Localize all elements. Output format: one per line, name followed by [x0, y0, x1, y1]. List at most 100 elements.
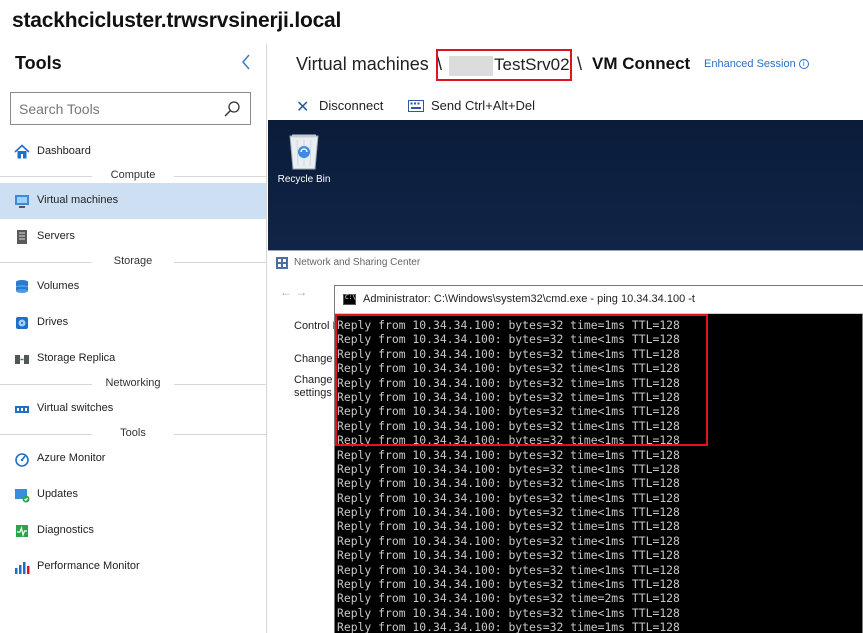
sidebar-item-label: Azure Monitor: [37, 452, 106, 464]
disconnect-label: Disconnect: [319, 98, 384, 113]
ping-reply-line: Reply from 10.34.34.100: bytes=32 time<1…: [337, 404, 680, 419]
updates-icon: [15, 489, 30, 503]
sidebar-item-label: Performance Monitor: [37, 560, 140, 572]
sidebar-item-label: Drives: [37, 316, 69, 328]
recycle-bin-icon: [289, 134, 319, 170]
sidebar-item-volumes[interactable]: Volumes: [0, 269, 266, 305]
ping-reply-line: Reply from 10.34.34.100: bytes=32 time<1…: [337, 548, 680, 563]
drive-icon: [16, 317, 28, 329]
enhanced-session-link[interactable]: Enhanced Session i: [704, 58, 809, 70]
send-ctrl-alt-del-button[interactable]: Send Ctrl+Alt+Del: [408, 95, 548, 117]
volume-icon: [16, 280, 28, 293]
vm-console-screen[interactable]: Recycle Bin Network and Sharing Center ←…: [268, 120, 863, 633]
section-label: Storage: [113, 255, 153, 267]
sidebar-item-storage-replica[interactable]: Storage Replica: [0, 341, 266, 377]
send-ctrl-alt-del-label: Send Ctrl+Alt+Del: [431, 98, 536, 113]
section-label: Tools: [120, 427, 146, 439]
sidebar-item-label: Dashboard: [37, 145, 91, 157]
virtual-machine-icon: [15, 195, 29, 208]
app-window: stackhcicluster.trwsrvsinerji.local Tool…: [0, 0, 863, 633]
ping-reply-line: Reply from 10.34.34.100: bytes=32 time<1…: [337, 562, 680, 577]
diagnostics-icon: [16, 525, 28, 538]
ping-reply-line: Reply from 10.34.34.100: bytes=32 time=1…: [337, 318, 680, 332]
vm-connect-toolbar: ✕ Disconnect Send Ctrl+Alt+Del: [268, 92, 863, 120]
ping-reply-line: Reply from 10.34.34.100: bytes=32 time=2…: [337, 591, 680, 606]
ping-reply-line: Reply from 10.34.34.100: bytes=32 time<1…: [337, 332, 680, 347]
search-box[interactable]: [10, 92, 251, 125]
breadcrumb-separator: \: [577, 54, 583, 74]
ping-reply-line: Reply from 10.34.34.100: bytes=32 time<1…: [337, 577, 680, 592]
sidebar-item-diagnostics[interactable]: Diagnostics: [0, 513, 266, 549]
nsc-link-change[interactable]: Change: [294, 353, 333, 365]
breadcrumb-host-highlight[interactable]: TestSrv02: [436, 49, 572, 81]
nsc-link-control-panel[interactable]: Control P: [294, 320, 340, 332]
ping-reply-line: Reply from 10.34.34.100: bytes=32 time<1…: [337, 433, 680, 448]
ping-reply-line: Reply from 10.34.34.100: bytes=32 time<1…: [337, 418, 680, 433]
ping-reply-line: Reply from 10.34.34.100: bytes=32 time<1…: [337, 461, 680, 476]
ping-reply-line: Reply from 10.34.34.100: bytes=32 time<1…: [337, 490, 680, 505]
info-icon: i: [798, 59, 809, 69]
cmd-title: Administrator: C:\Windows\system32\cmd.e…: [363, 293, 695, 305]
recycle-bin-desktop-icon[interactable]: Recycle Bin: [273, 130, 333, 192]
title-bar: stackhcicluster.trwsrvsinerji.local: [0, 0, 863, 44]
section-label: Compute: [110, 169, 156, 181]
ping-reply-line: Reply from 10.34.34.100: bytes=32 time<1…: [337, 505, 680, 520]
sidebar-item-label: Updates: [37, 488, 78, 500]
collapse-sidebar-button[interactable]: [238, 54, 254, 74]
cmd-icon: [343, 294, 356, 305]
network-sharing-center-window[interactable]: Network and Sharing Center ← → Control P…: [268, 250, 863, 633]
ping-reply-line: Reply from 10.34.34.100: bytes=32 time=1…: [337, 519, 680, 534]
section-label: Networking: [105, 377, 161, 389]
ping-reply-line: Reply from 10.34.34.100: bytes=32 time<1…: [337, 346, 680, 361]
ping-reply-line: Reply from 10.34.34.100: bytes=32 time=1…: [337, 620, 680, 633]
section-header-networking: Networking: [0, 377, 266, 391]
close-icon: ✕: [296, 99, 310, 116]
virtual-switch-icon: [15, 406, 29, 413]
search-icon[interactable]: [223, 100, 241, 118]
sidebar-item-label: Servers: [37, 230, 75, 242]
recycle-bin-label: Recycle Bin: [277, 174, 331, 185]
sidebar-item-performance-monitor[interactable]: Performance Monitor: [0, 549, 266, 585]
sidebar-item-virtual-switches[interactable]: Virtual switches: [0, 391, 266, 427]
ping-reply-line: Reply from 10.34.34.100: bytes=32 time<1…: [337, 605, 680, 620]
redacted-block: [449, 56, 493, 76]
sidebar-item-virtual-machines[interactable]: Virtual machines: [0, 183, 266, 219]
enhanced-session-label: Enhanced Session: [704, 58, 796, 70]
nsc-link-change-advanced[interactable]: Change: [294, 374, 333, 386]
section-header-compute: Compute: [0, 169, 266, 183]
tools-sidebar: Tools Dashboard Compute Virtual machines…: [0, 44, 267, 633]
sidebar-item-servers[interactable]: Servers: [0, 219, 266, 255]
sidebar-item-azure-monitor[interactable]: Azure Monitor: [0, 441, 266, 477]
ping-reply-line: Reply from 10.34.34.100: bytes=32 time<1…: [337, 476, 680, 491]
server-icon: [17, 230, 27, 244]
section-header-tools: Tools: [0, 427, 266, 441]
nsc-link-settings[interactable]: settings: [294, 387, 332, 399]
breadcrumb-host: TestSrv02: [494, 55, 570, 74]
performance-monitor-icon: [15, 562, 30, 574]
breadcrumb-virtual-machines[interactable]: Virtual machines: [296, 54, 429, 75]
sidebar-item-label: Volumes: [37, 280, 80, 292]
disconnect-button[interactable]: ✕ Disconnect: [296, 95, 391, 117]
main-pane: Virtual machines \ TestSrv02 \ VM Connec…: [268, 44, 863, 633]
cluster-title: stackhcicluster.trwsrvsinerji.local: [12, 9, 342, 32]
storage-replica-icon: [15, 355, 29, 364]
network-icon: [276, 257, 288, 269]
azure-monitor-icon: [15, 453, 29, 467]
chevron-left-icon: [242, 54, 250, 70]
cmd-window[interactable]: Administrator: C:\Windows\system32\cmd.e…: [334, 285, 863, 633]
keyboard-icon: [408, 100, 424, 112]
cmd-output: Reply from 10.34.34.100: bytes=32 time=1…: [337, 318, 862, 633]
ping-reply-line: Reply from 10.34.34.100: bytes=32 time=1…: [337, 447, 680, 462]
sidebar-item-drives[interactable]: Drives: [0, 305, 266, 341]
ping-reply-line: Reply from 10.34.34.100: bytes=32 time=1…: [337, 375, 680, 390]
sidebar-item-label: Virtual switches: [37, 402, 114, 414]
page-title: VM Connect: [592, 54, 691, 73]
sidebar-item-updates[interactable]: Updates: [0, 477, 266, 513]
search-input[interactable]: [19, 100, 219, 118]
nsc-back-forward[interactable]: ← →: [280, 285, 307, 299]
sidebar-item-dashboard[interactable]: Dashboard: [0, 134, 266, 170]
ping-reply-line: Reply from 10.34.34.100: bytes=32 time<1…: [337, 533, 680, 548]
sidebar-title: Tools: [15, 53, 62, 73]
sidebar-item-label: Virtual machines: [37, 194, 119, 206]
ping-reply-line: Reply from 10.34.34.100: bytes=32 time<1…: [337, 361, 680, 376]
